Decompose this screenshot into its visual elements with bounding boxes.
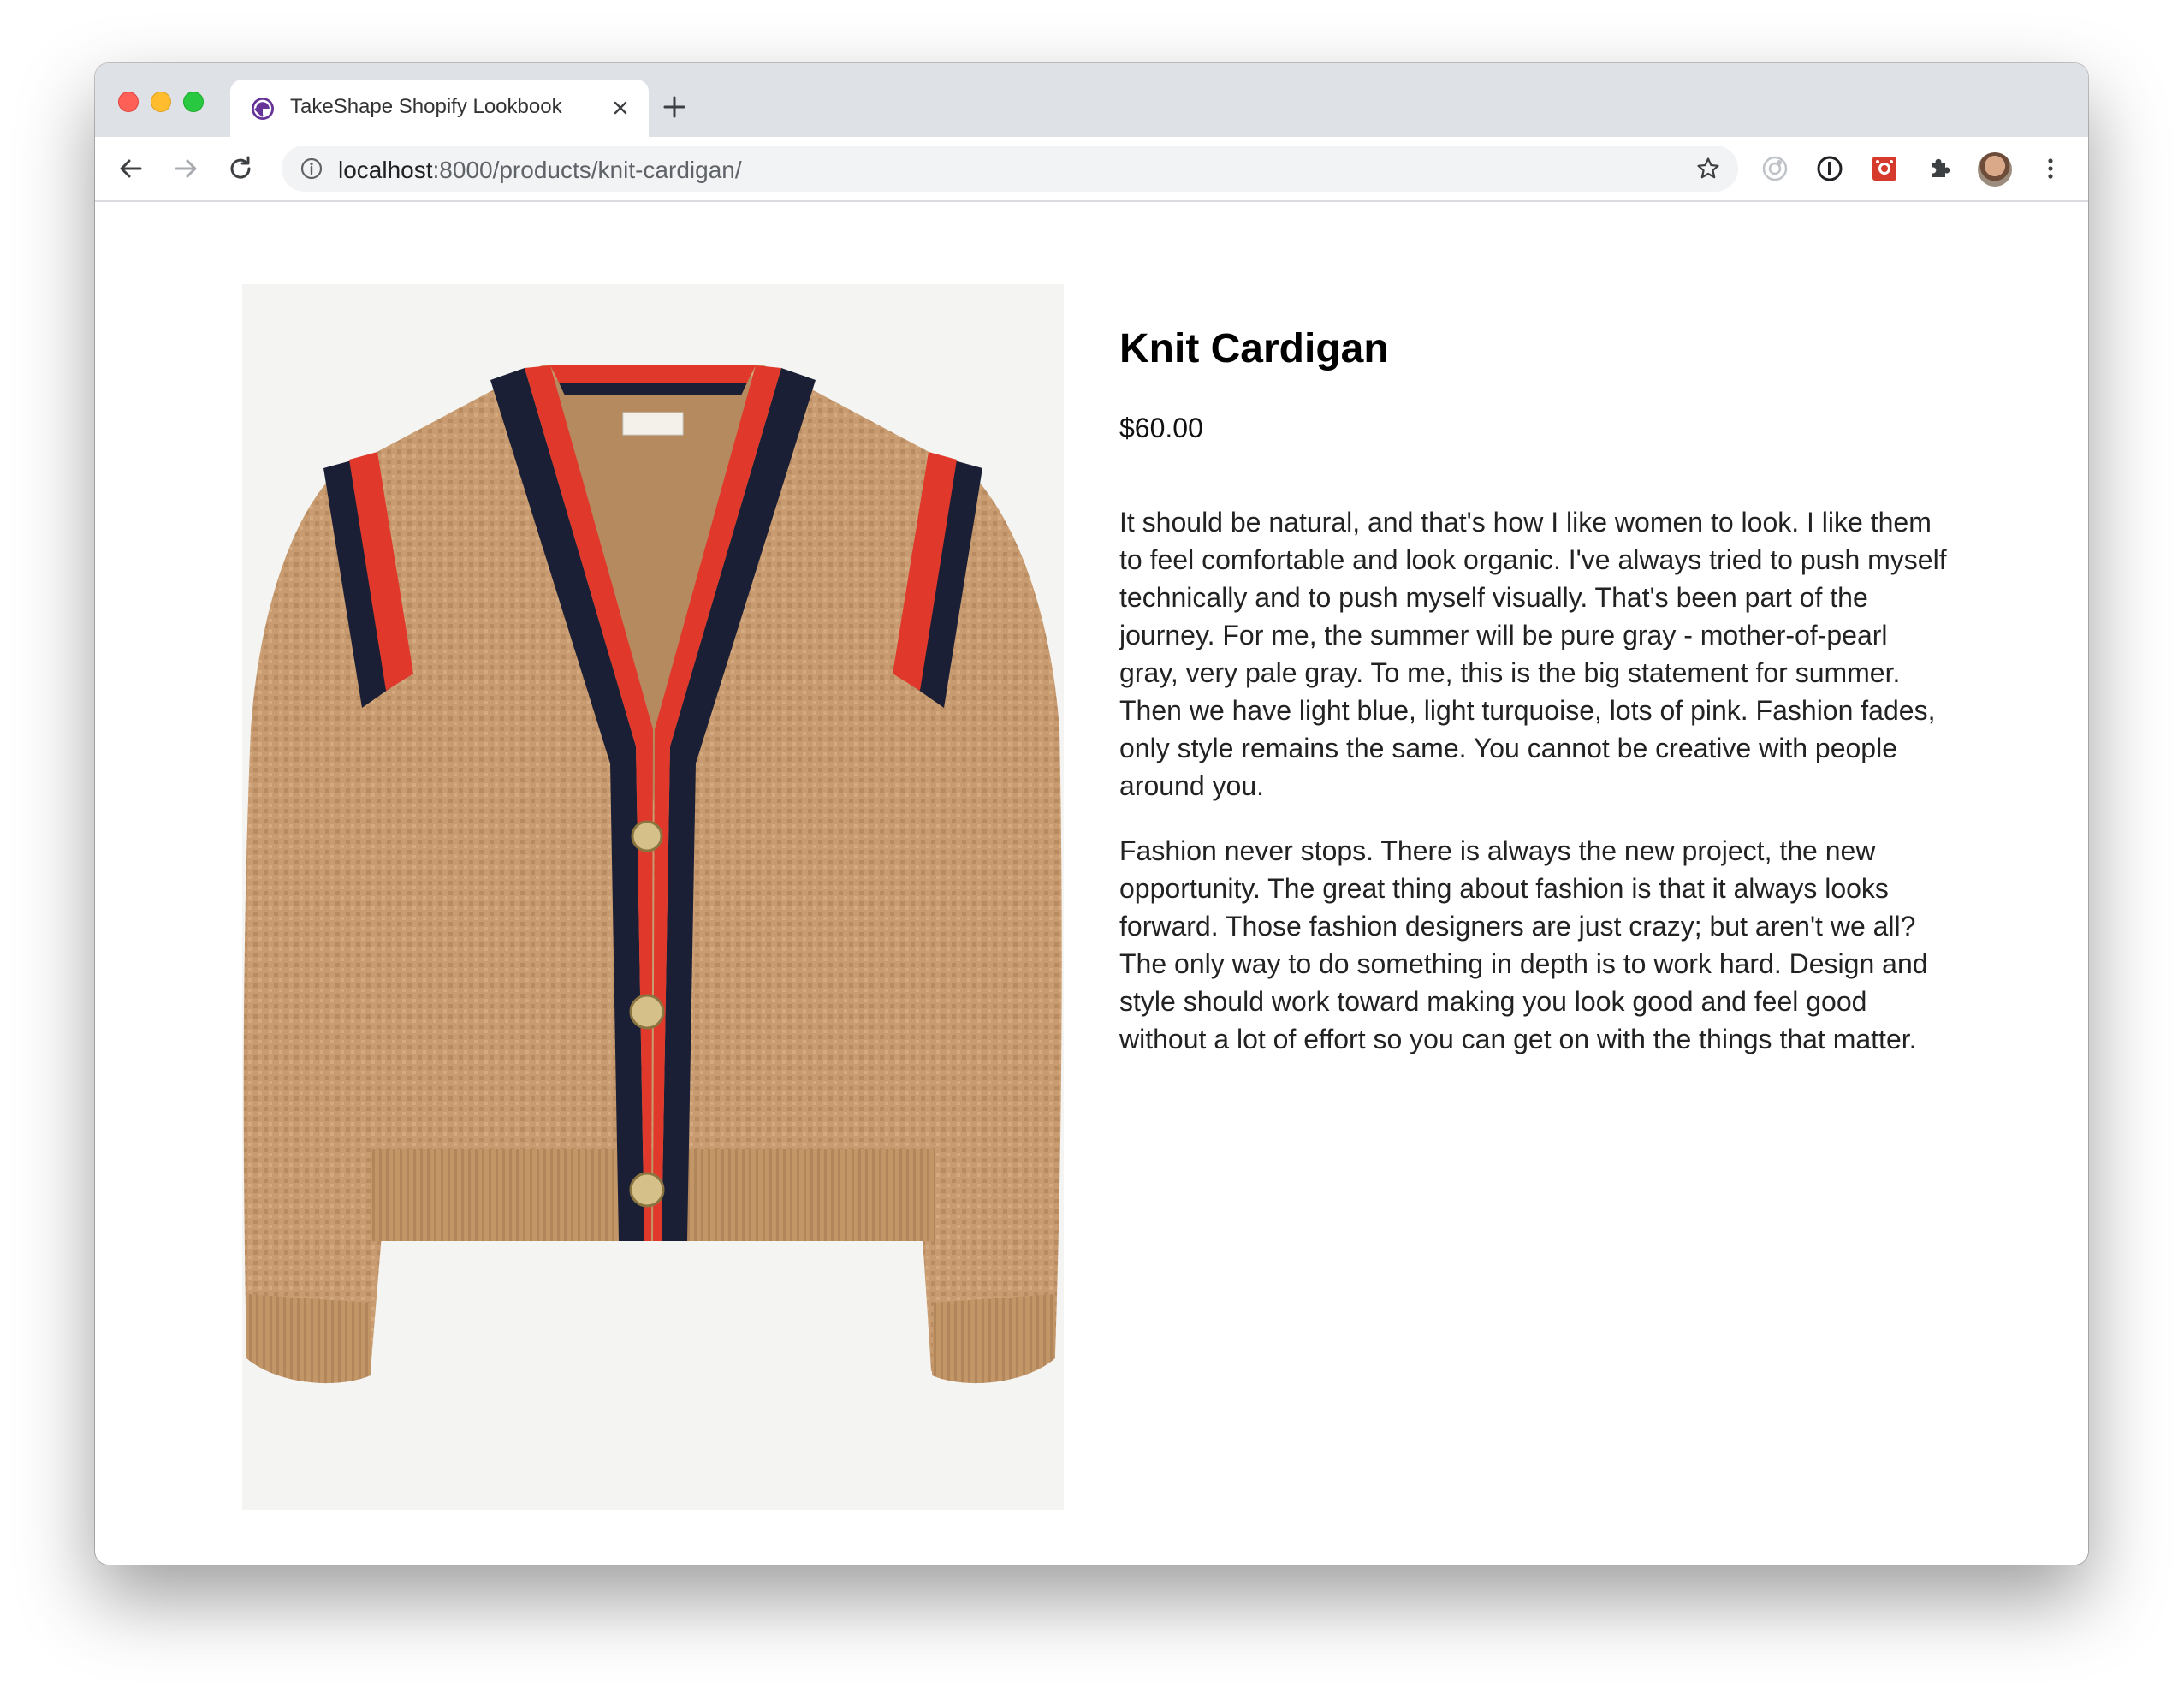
kebab-menu-icon[interactable]: [2036, 154, 2065, 183]
description-paragraph: Fashion never stops. There is always the…: [1119, 835, 1928, 1054]
forward-arrow-icon[interactable]: [171, 154, 200, 183]
address-bar[interactable]: localhost:8000/products/knit-cardigan/: [282, 146, 1738, 192]
url-host: localhost: [338, 157, 433, 183]
extensions-puzzle-icon[interactable]: [1925, 154, 1954, 183]
browser-toolbar: localhost:8000/products/knit-cardigan/: [95, 137, 2088, 202]
product-title: Knit Cardigan: [1119, 326, 1389, 371]
url-text[interactable]: localhost:8000/products/knit-cardigan/: [338, 157, 742, 184]
product-description: It should be natural, and that's how I l…: [1119, 503, 1950, 1085]
tab-active[interactable]: TakeShape Shopify Lookbook: [230, 80, 649, 137]
bookmark-star-icon[interactable]: [1695, 156, 1721, 181]
url-path: :8000/products/knit-cardigan/: [432, 157, 742, 183]
reload-icon[interactable]: [226, 154, 255, 183]
gatsby-favicon-icon: [251, 97, 275, 121]
extension-icon[interactable]: [1760, 154, 1789, 183]
page-content: Knit Cardigan $60.00 It should be natura…: [95, 202, 2088, 1565]
site-info-icon[interactable]: [300, 157, 323, 180]
minimize-window-button[interactable]: [151, 92, 171, 112]
maximize-window-button[interactable]: [183, 92, 204, 112]
description-paragraph: It should be natural, and that's how I l…: [1119, 507, 1947, 801]
product-price: $60.00: [1119, 413, 1203, 443]
browser-window: TakeShape Shopify Lookbook localhost:800…: [95, 63, 2088, 1565]
close-icon[interactable]: [608, 95, 633, 121]
close-window-button[interactable]: [118, 92, 139, 112]
password-manager-icon[interactable]: [1815, 154, 1844, 183]
tab-bar: TakeShape Shopify Lookbook: [95, 63, 2088, 137]
back-arrow-icon[interactable]: [116, 154, 145, 183]
red-extension-icon[interactable]: [1870, 154, 1899, 183]
profile-avatar[interactable]: [1978, 152, 2012, 187]
tab-title: TakeShape Shopify Lookbook: [290, 95, 562, 118]
new-tab-plus-icon[interactable]: [660, 92, 689, 122]
product-image: [242, 284, 1064, 1510]
